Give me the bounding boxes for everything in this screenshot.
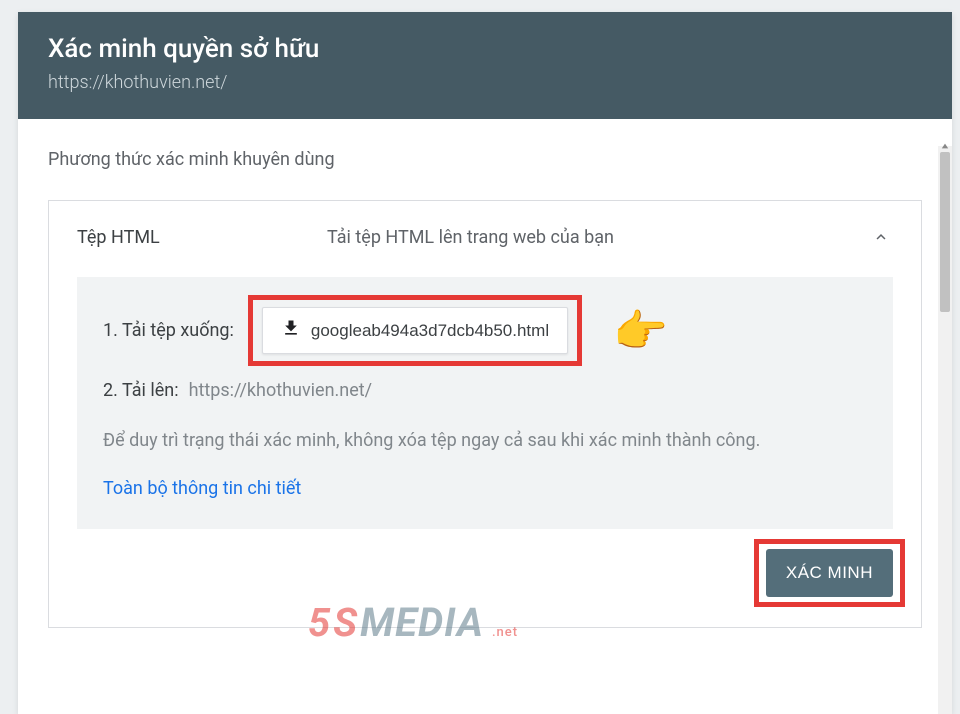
method-description: Tải tệp HTML lên trang web của bạn xyxy=(327,227,869,248)
method-name: Tệp HTML xyxy=(77,227,327,248)
dialog-content: Phương thức xác minh khuyên dùng Tệp HTM… xyxy=(18,119,952,714)
scrollbar-track[interactable] xyxy=(938,146,952,714)
scrollbar-up-arrow-icon[interactable] xyxy=(938,140,952,152)
step-2-row: 2. Tải lên: https://khothuvien.net/ xyxy=(103,380,867,401)
verify-button-wrap: XÁC MINH xyxy=(766,549,893,597)
dialog-title: Xác minh quyền sở hữu xyxy=(48,34,922,64)
download-file-button[interactable]: googleab494a3d7dcb4b50.html xyxy=(262,307,568,354)
steps-container: 1. Tải tệp xuống: googleab494a3d7dcb4b50… xyxy=(77,277,893,529)
step-2-label: 2. Tải lên: xyxy=(103,380,179,401)
scrollbar-thumb[interactable] xyxy=(940,152,950,312)
recommended-method-label: Phương thức xác minh khuyên dùng xyxy=(48,149,922,170)
chevron-up-icon[interactable] xyxy=(869,225,893,249)
html-file-method-card: Tệp HTML Tải tệp HTML lên trang web của … xyxy=(48,200,922,628)
full-details-link[interactable]: Toàn bộ thông tin chi tiết xyxy=(103,478,301,499)
step-1-row: 1. Tải tệp xuống: googleab494a3d7dcb4b50… xyxy=(103,307,867,354)
maintain-verification-note: Để duy trì trạng thái xác minh, không xó… xyxy=(103,427,867,456)
verify-button[interactable]: XÁC MINH xyxy=(766,549,893,597)
step-1-label: 1. Tải tệp xuống: xyxy=(103,320,234,341)
download-button-wrap: googleab494a3d7dcb4b50.html 👉 xyxy=(262,307,568,354)
dialog-header: Xác minh quyền sở hữu https://khothuvien… xyxy=(18,12,952,119)
verify-button-row: XÁC MINH xyxy=(77,549,893,597)
watermark-net: .net xyxy=(492,625,518,646)
download-icon xyxy=(281,318,301,343)
dialog-url: https://khothuvien.net/ xyxy=(48,72,922,93)
download-filename: googleab494a3d7dcb4b50.html xyxy=(311,321,549,341)
method-header-row[interactable]: Tệp HTML Tải tệp HTML lên trang web của … xyxy=(77,225,893,249)
step-2-url: https://khothuvien.net/ xyxy=(189,380,373,401)
pointing-hand-icon: 👉 xyxy=(613,309,668,353)
verify-ownership-dialog: Xác minh quyền sở hữu https://khothuvien… xyxy=(18,12,952,714)
